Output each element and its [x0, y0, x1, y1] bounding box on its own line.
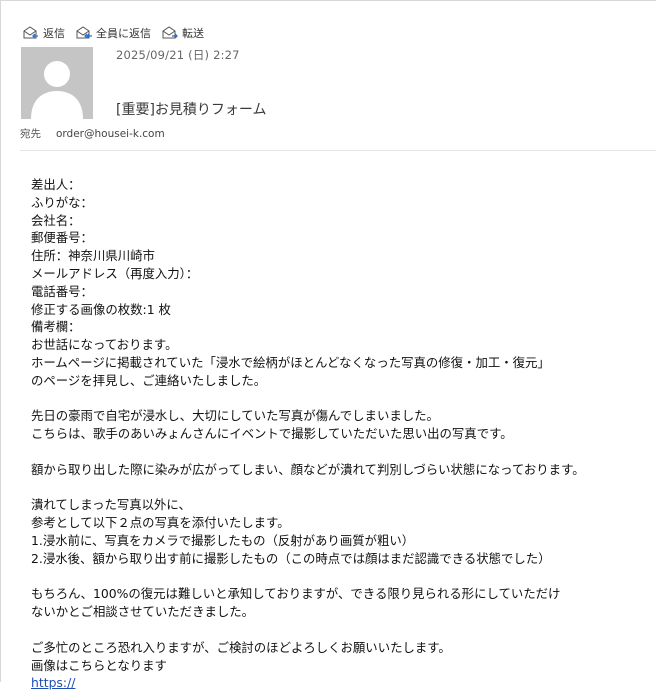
reply-button[interactable]: 返信	[22, 24, 65, 42]
forward-button[interactable]: 転送	[161, 24, 204, 42]
image-link[interactable]: https://	[31, 674, 450, 692]
body-line-address: 住所：神奈川県川崎市	[31, 248, 155, 264]
body-line-intro-2: のページを拝見し、ご連絡いたしました。	[31, 372, 267, 388]
body-line-closing: ご多忙のところ恐れ入りますが、ご検討のほどよろしくお願いいたします。	[31, 639, 451, 655]
message-subject: [重要]お見積りフォーム	[116, 102, 267, 118]
person-icon	[21, 47, 93, 119]
body-line-story-2: こちらは、歌手のあいみょんさんにイベントで撮影していただいた思い出の写真です。	[31, 426, 513, 442]
reply-all-icon	[75, 25, 93, 41]
to-label: 宛先	[20, 128, 41, 140]
forward-label: 転送	[182, 27, 204, 40]
sender-avatar	[21, 47, 93, 119]
body-line-phone: 電話番号：	[31, 283, 93, 299]
forward-icon	[161, 25, 179, 41]
body-line-image-count: 修正する画像の枚数:1 枚	[31, 301, 171, 317]
reply-all-button[interactable]: 全員に返信	[75, 24, 151, 42]
message-toolbar: 返信 全員に返信 転送	[22, 24, 204, 42]
reply-icon	[22, 25, 40, 41]
reply-all-label: 全員に返信	[96, 27, 151, 40]
window-top-border	[0, 0, 656, 1]
body-line-attach-3: 1.浸水前に、写真をカメラで撮影したもの（反射があり画質が粗い）	[31, 532, 415, 548]
body-line-postal: 郵便番号：	[31, 230, 93, 246]
body-line-link: https://	[31, 674, 656, 692]
body-line-intro-1: ホームページに掲載されていた「浸水で絵柄がほとんどなくなった写真の修復・加工・復…	[31, 354, 550, 370]
body-line-sender: 差出人：	[31, 177, 81, 192]
body-line-greeting: お世話になっております。	[31, 337, 178, 353]
body-line-attach-2: 参考として以下２点の写真を添付いたします。	[31, 515, 290, 531]
body-line-email: メールアドレス（再度入力）：	[31, 265, 199, 281]
window-left-border	[0, 0, 1, 682]
body-line-request-2: ないかとご相談させていただきました。	[31, 604, 255, 620]
message-body: 差出人： ふりがな： 会社名： 郵便番号： 住所：神奈川県川崎市 メールアドレス…	[31, 176, 656, 692]
body-line-attach-4: 2.浸水後、額から取り出す前に撮影したもの（この時点では顔はまだ認識できる状態で…	[31, 550, 551, 566]
body-line-company: 会社名：	[31, 212, 81, 228]
body-line-story-1: 先日の豪雨で自宅が浸水し、大切にしていた写真が傷んでしまいました。	[31, 408, 439, 424]
body-line-request-1: もちろん、100%の復元は難しいと承知しておりますが、できる限り見られる形にして…	[31, 586, 561, 602]
body-line-notes: 備考欄：	[31, 319, 81, 335]
reply-label: 返信	[43, 27, 65, 40]
body-line-furigana: ふりがな：	[31, 194, 93, 210]
body-line-damage: 額から取り出した際に染みが広がってしまい、顔などが潰れて判別しづらい状態になって…	[31, 461, 585, 477]
message-date: 2025/09/21 (日) 2:27	[116, 48, 240, 62]
recipient-row: 宛先 order@housei-k.com	[20, 126, 165, 141]
body-line-image-here: 画像はこちらとなります	[31, 657, 167, 673]
body-line-attach-1: 潰れてしまった写真以外に、	[31, 497, 191, 513]
to-address[interactable]: order@housei-k.com	[56, 128, 165, 140]
header-divider	[20, 150, 656, 151]
